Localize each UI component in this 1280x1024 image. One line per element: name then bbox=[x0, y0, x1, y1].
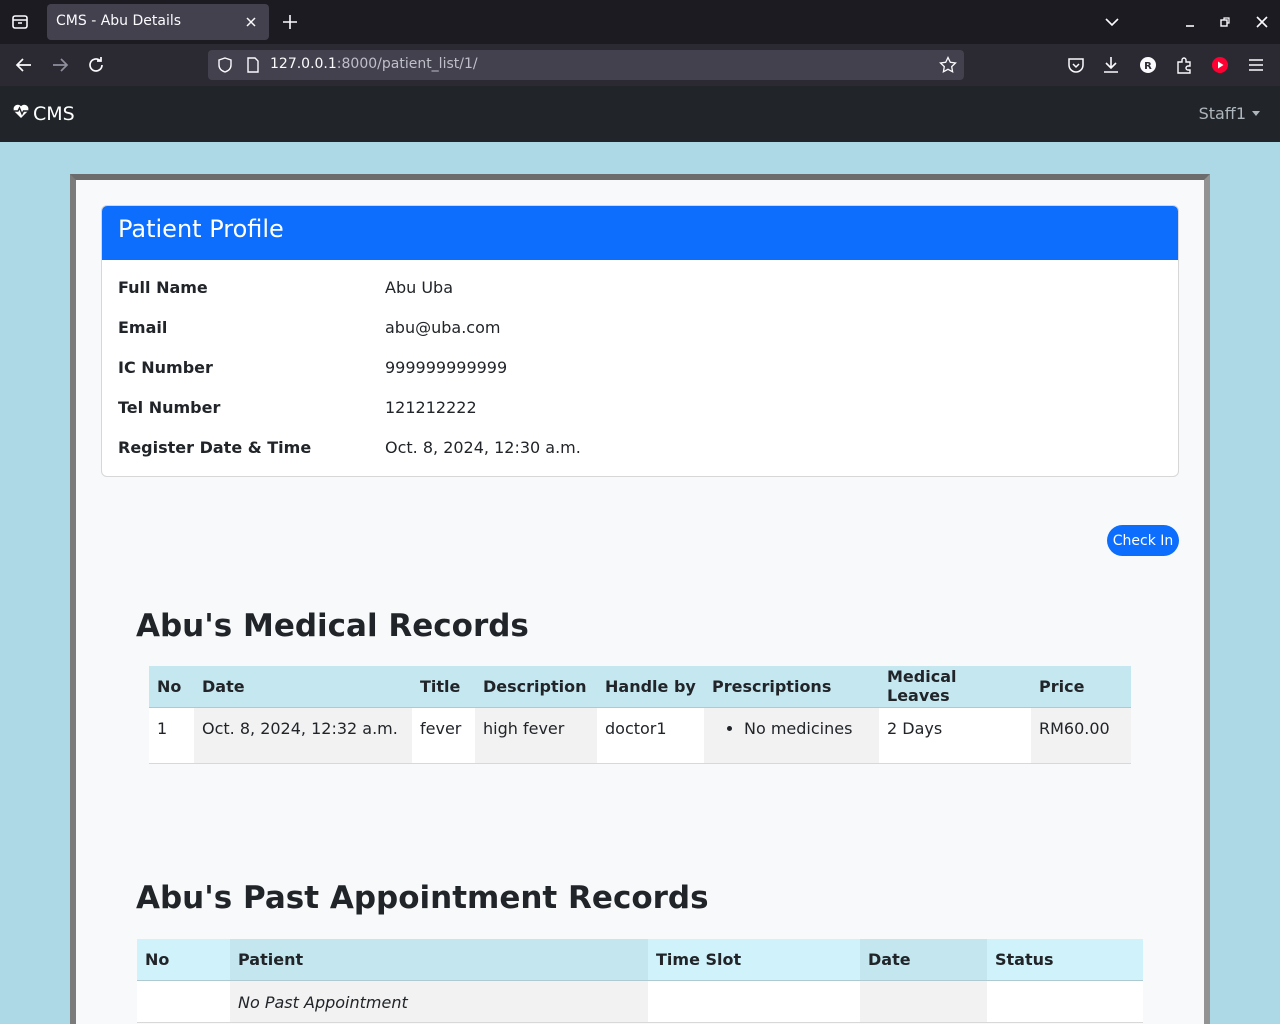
address-bar[interactable]: 127.0.0.1:8000/patient_list/1/ bbox=[208, 50, 964, 80]
user-name: Staff1 bbox=[1198, 104, 1246, 123]
forward-icon[interactable] bbox=[49, 54, 71, 76]
caret-down-icon bbox=[1252, 111, 1260, 116]
app-navbar: CMS Staff1 bbox=[0, 86, 1280, 142]
cell-title: fever bbox=[412, 707, 475, 764]
card-header: Patient Profile bbox=[102, 206, 1178, 260]
patient-profile-card: Patient Profile Full Name Abu Uba Email … bbox=[101, 205, 1179, 477]
cell-empty bbox=[860, 980, 987, 1023]
field-value: Oct. 8, 2024, 12:30 a.m. bbox=[385, 438, 581, 457]
col-no: No bbox=[149, 666, 194, 708]
check-in-button[interactable]: Check In bbox=[1107, 525, 1179, 556]
content-panel: Patient Profile Full Name Abu Uba Email … bbox=[70, 174, 1210, 1024]
brand-link[interactable]: CMS bbox=[12, 102, 75, 125]
prescription-item: No medicines bbox=[744, 719, 871, 738]
extensions-icon[interactable] bbox=[1173, 54, 1195, 76]
medical-records-heading: Abu's Medical Records bbox=[136, 608, 529, 644]
user-dropdown[interactable]: Staff1 bbox=[1199, 104, 1260, 123]
cell-empty bbox=[137, 980, 230, 1023]
shield-icon[interactable] bbox=[216, 56, 234, 74]
field-label: Register Date & Time bbox=[118, 438, 312, 457]
appointment-records-table: No Patient Time Slot Date Status No Past… bbox=[137, 939, 1143, 1023]
url-text: 127.0.0.1:8000/patient_list/1/ bbox=[270, 56, 478, 72]
cell-date: Oct. 8, 2024, 12:32 a.m. bbox=[194, 707, 412, 764]
col-time-slot: Time Slot bbox=[648, 939, 860, 981]
col-description: Description bbox=[475, 666, 597, 708]
col-price: Price bbox=[1031, 666, 1131, 708]
heartbeat-icon bbox=[12, 102, 30, 125]
medical-records-table: No Date Title Description Handle by Pres… bbox=[149, 666, 1131, 764]
field-label: Email bbox=[118, 318, 168, 337]
col-title: Title bbox=[412, 666, 475, 708]
brand-name: CMS bbox=[33, 102, 75, 125]
cell-no: 1 bbox=[149, 707, 194, 764]
minimize-icon[interactable] bbox=[1180, 12, 1200, 32]
cell-handled-by: doctor1 bbox=[597, 707, 704, 764]
col-date: Date bbox=[194, 666, 412, 708]
empty-state-text: No Past Appointment bbox=[230, 980, 648, 1023]
field-value: Abu Uba bbox=[385, 278, 453, 297]
field-value: 999999999999 bbox=[385, 358, 508, 377]
profile-avatar-icon[interactable]: R bbox=[1137, 54, 1159, 76]
close-tab-icon[interactable] bbox=[241, 12, 261, 32]
field-value: abu@uba.com bbox=[385, 318, 501, 337]
cell-empty bbox=[648, 980, 860, 1023]
youtube-icon[interactable] bbox=[1209, 54, 1231, 76]
cell-price: RM60.00 bbox=[1031, 707, 1131, 764]
download-icon[interactable] bbox=[1100, 54, 1122, 76]
col-date: Date bbox=[860, 939, 987, 981]
pocket-icon[interactable] bbox=[1065, 54, 1087, 76]
field-label: Full Name bbox=[118, 278, 208, 297]
cell-description: high fever bbox=[475, 707, 597, 764]
new-tab-icon[interactable] bbox=[279, 11, 301, 33]
table-header-row: No Date Title Description Handle by Pres… bbox=[149, 666, 1131, 708]
col-handle-by: Handle by bbox=[597, 666, 704, 708]
browser-nav-bar: 127.0.0.1:8000/patient_list/1/ R bbox=[0, 44, 1280, 86]
page-icon bbox=[244, 56, 262, 74]
menu-icon[interactable] bbox=[1245, 54, 1267, 76]
col-status: Status bbox=[987, 939, 1143, 981]
col-no: No bbox=[137, 939, 230, 981]
col-prescriptions: Prescriptions bbox=[704, 666, 879, 708]
field-label: Tel Number bbox=[118, 398, 221, 417]
back-icon[interactable] bbox=[13, 54, 35, 76]
col-medical-leaves: Medical Leaves bbox=[879, 666, 1031, 708]
col-patient: Patient bbox=[230, 939, 648, 981]
tab-list-icon[interactable] bbox=[8, 10, 32, 34]
prescription-list: No medicines bbox=[712, 719, 871, 738]
table-row: No Past Appointment bbox=[137, 980, 1143, 1023]
cell-prescriptions: No medicines bbox=[704, 707, 879, 764]
cell-medical-leaves: 2 Days bbox=[879, 707, 1031, 764]
restore-icon[interactable] bbox=[1215, 12, 1235, 32]
browser-tab-active[interactable]: CMS - Abu Details bbox=[47, 4, 269, 40]
cell-empty bbox=[987, 980, 1143, 1023]
browser-tab-bar: CMS - Abu Details bbox=[0, 0, 1280, 44]
table-row: 1 Oct. 8, 2024, 12:32 a.m. fever high fe… bbox=[149, 707, 1131, 764]
svg-text:R: R bbox=[1144, 61, 1152, 72]
tab-title: CMS - Abu Details bbox=[56, 13, 182, 29]
field-value: 121212222 bbox=[385, 398, 477, 417]
table-header-row: No Patient Time Slot Date Status bbox=[137, 939, 1143, 981]
chevron-down-icon[interactable] bbox=[1102, 12, 1122, 32]
bookmark-star-icon[interactable] bbox=[939, 55, 957, 74]
appointment-records-heading: Abu's Past Appointment Records bbox=[136, 880, 709, 916]
close-window-icon[interactable] bbox=[1252, 12, 1272, 32]
field-label: IC Number bbox=[118, 358, 213, 377]
reload-icon[interactable] bbox=[85, 54, 107, 76]
